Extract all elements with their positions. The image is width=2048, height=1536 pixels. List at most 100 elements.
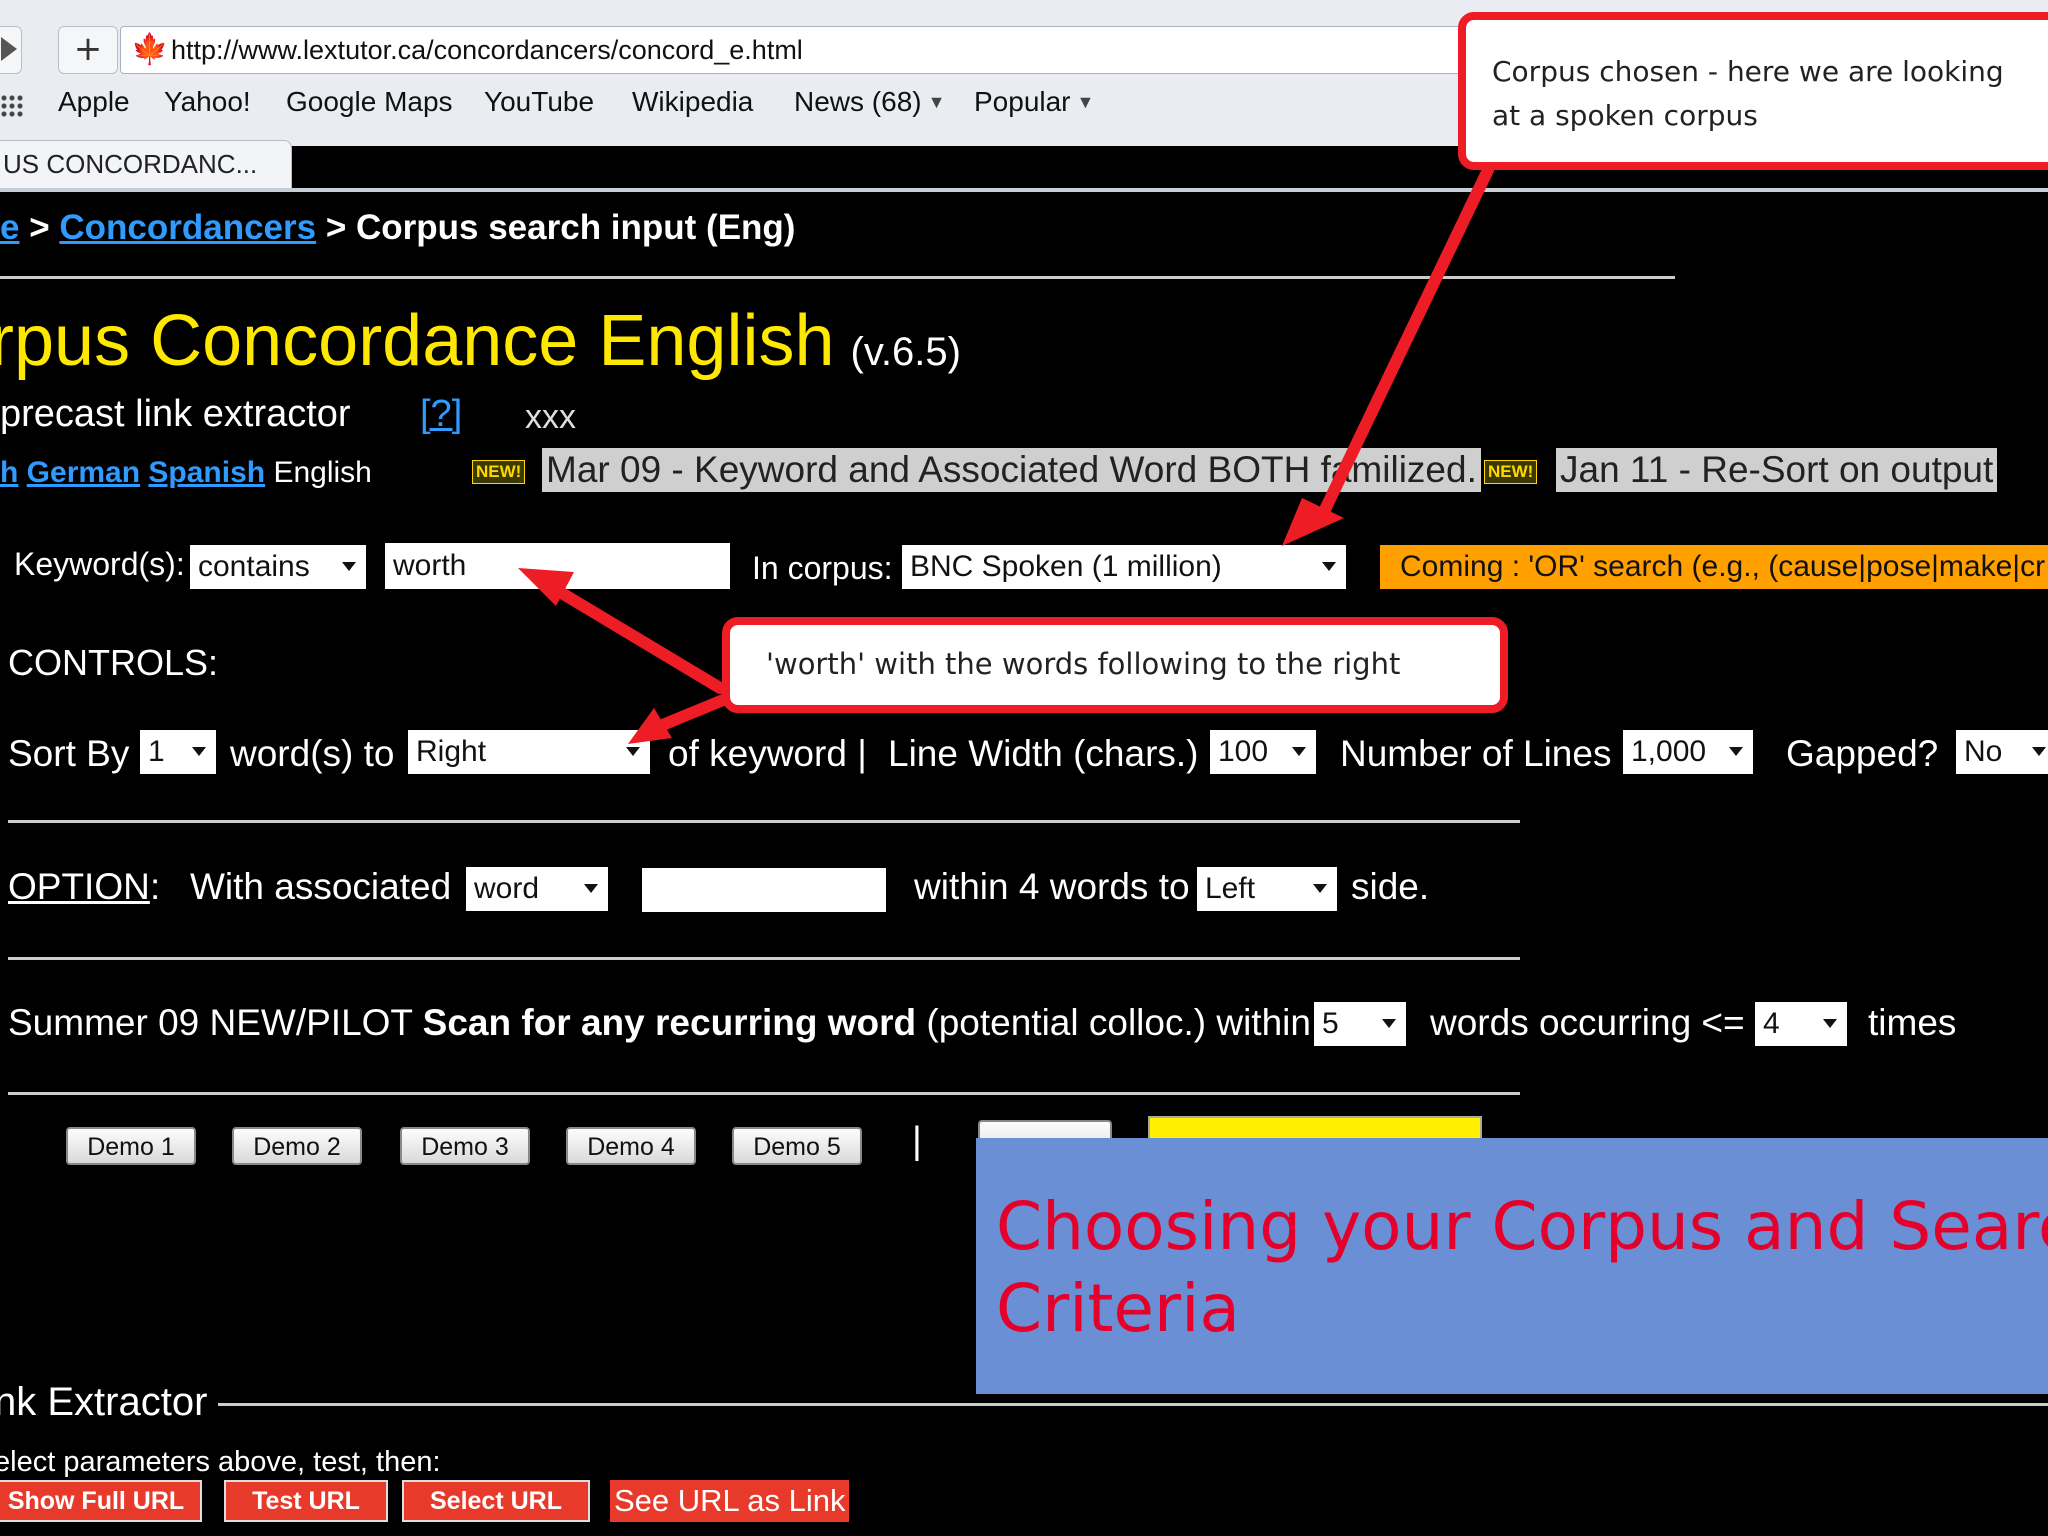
chevron-down-icon <box>1729 747 1743 756</box>
breadcrumb: e > Concordancers > Corpus search input … <box>0 208 795 248</box>
bookmark-popular[interactable]: Popular ▼ <box>974 86 1094 118</box>
arrowhead-corpus <box>1282 498 1344 546</box>
divider <box>8 1092 1520 1095</box>
back-arrow-icon <box>1 37 17 61</box>
bookmark-youtube[interactable]: YouTube <box>484 86 594 118</box>
chevron-down-icon: ▼ <box>927 92 946 112</box>
browser-tab[interactable]: US CONCORDANC... <box>0 140 292 189</box>
address-bar[interactable]: 🍁 http://www.lextutor.ca/concordancers/c… <box>120 26 1622 74</box>
select-url-button[interactable]: Select URL <box>402 1480 590 1522</box>
bookmark-apple[interactable]: Apple <box>58 86 130 118</box>
gapped-label: Gapped? <box>1786 733 1939 774</box>
language-link-german[interactable]: German <box>27 456 140 489</box>
keyword-label: Keyword(s): <box>14 546 185 582</box>
chevron-down-icon <box>342 562 356 571</box>
line-width-select[interactable]: 100 <box>1210 730 1316 774</box>
associated-type-select[interactable]: word <box>466 867 608 911</box>
number-of-lines-select[interactable]: 1,000 <box>1623 730 1753 774</box>
slide-title-overlay: Choosing your Corpus and Search Criteria <box>976 1138 2048 1394</box>
sort-direction-value: Right <box>416 735 487 768</box>
divider <box>8 820 1520 823</box>
language-current: English <box>273 456 372 489</box>
help-link[interactable]: [?] <box>420 393 462 436</box>
corpus-callout-line-1: Corpus chosen - here we are looking <box>1492 55 2004 88</box>
back-button[interactable] <box>0 26 22 74</box>
bookmark-news[interactable]: News (68) ▼ <box>794 86 945 118</box>
corpus-callout: Corpus chosen - here we are looking at a … <box>1458 12 2048 170</box>
keyword-mode-value: contains <box>198 550 310 583</box>
slide-title-line-1: Choosing your Corpus and Search <box>996 1188 2048 1265</box>
chevron-down-icon <box>626 747 640 756</box>
corpus-callout-line-2: at a spoken corpus <box>1492 99 1758 132</box>
url-text[interactable]: http://www.lextutor.ca/concordancers/con… <box>171 35 803 66</box>
number-of-lines-value: 1,000 <box>1631 735 1707 768</box>
slide-title: Choosing your Corpus and Search Criteria <box>996 1186 2048 1350</box>
page-title: rpus Concordance English (v.6.5) <box>0 300 961 382</box>
breadcrumb-current: > Corpus search input (Eng) <box>316 208 796 247</box>
controls-heading: CONTROLS: <box>8 642 219 683</box>
associated-side-select[interactable]: Left <box>1197 867 1337 911</box>
scan-within-value: 5 <box>1322 1007 1339 1040</box>
chevron-down-icon <box>192 747 206 756</box>
show-full-url-button[interactable]: Show Full URL <box>0 1480 202 1522</box>
scan-times-value: 4 <box>1763 1007 1780 1040</box>
demo-5-button[interactable]: Demo 5 <box>732 1127 862 1165</box>
bookmark-google-maps[interactable]: Google Maps <box>286 86 453 118</box>
scan-suffix: (potential colloc.) within <box>916 1002 1311 1043</box>
line-width-value: 100 <box>1218 735 1269 768</box>
new-tab-button[interactable]: + <box>58 26 118 74</box>
gapped-select[interactable]: No <box>1956 730 2048 774</box>
scan-times-select[interactable]: 4 <box>1755 1002 1847 1046</box>
breadcrumb-home-link[interactable]: e <box>0 208 19 247</box>
new-badge-icon: NEW! <box>1484 460 1538 484</box>
chevron-down-icon <box>1322 562 1336 571</box>
bookmark-news-label: News (68) <box>794 86 922 117</box>
scan-bold: Scan for any recurring word <box>422 1002 917 1043</box>
fieldset-border <box>218 1403 2048 1406</box>
chevron-down-icon <box>2032 747 2046 756</box>
language-link-spanish[interactable]: Spanish <box>148 456 265 489</box>
scan-within-select[interactable]: 5 <box>1314 1002 1406 1046</box>
keyword-mode-select[interactable]: contains <box>190 545 366 589</box>
divider <box>0 276 1675 279</box>
breadcrumb-concordancers-link[interactable]: Concordancers <box>59 208 316 247</box>
scan-occurring-label: words occurring <= <box>1430 1002 1745 1043</box>
placeholder-text: xxx <box>525 398 576 436</box>
language-link-fragment[interactable]: h <box>0 456 18 489</box>
see-url-as-link[interactable]: See URL as Link <box>610 1480 850 1522</box>
chevron-down-icon <box>1823 1019 1837 1028</box>
test-url-button[interactable]: Test URL <box>224 1480 388 1522</box>
corpus-label: In corpus: <box>752 550 893 586</box>
tab-title: US CONCORDANC... <box>3 149 258 179</box>
option-colon: : <box>150 866 161 907</box>
corpus-value: BNC Spoken (1 million) <box>910 550 1222 583</box>
words-to-label: word(s) to <box>230 733 395 774</box>
scan-description: Summer 09 NEW/PILOT Scan for any recurri… <box>8 1002 1311 1044</box>
chevron-down-icon: ▼ <box>1076 92 1095 112</box>
page-subtitle: precast link extractor <box>0 393 351 435</box>
demo-3-button[interactable]: Demo 3 <box>400 1127 530 1165</box>
demo-2-button[interactable]: Demo 2 <box>232 1127 362 1165</box>
version-label: (v.6.5) <box>850 330 961 374</box>
language-links: h German Spanish English <box>0 456 372 490</box>
chevron-down-icon <box>1382 1019 1396 1028</box>
sort-direction-select[interactable]: Right <box>408 730 650 774</box>
option-label: OPTION <box>8 866 150 907</box>
line-width-label: Line Width (chars.) <box>888 733 1199 774</box>
coming-soon-banner: Coming : 'OR' search (e.g., (cause|pose|… <box>1380 545 2048 589</box>
demo-4-button[interactable]: Demo 4 <box>566 1127 696 1165</box>
worth-callout: 'worth' with the words following to the … <box>722 617 1508 713</box>
scan-prefix: Summer 09 NEW/PILOT <box>8 1002 423 1043</box>
keyword-input[interactable]: worth <box>385 543 730 589</box>
bookmarks-grid-icon[interactable] <box>0 94 24 118</box>
bookmark-yahoo[interactable]: Yahoo! <box>164 86 251 118</box>
gapped-value: No <box>1964 735 2003 768</box>
associated-word-input[interactable] <box>642 868 886 912</box>
demo-1-button[interactable]: Demo 1 <box>66 1127 196 1165</box>
tab-strip-divider <box>0 188 2048 192</box>
slide-title-line-2: Criteria <box>996 1270 1240 1347</box>
bookmark-wikipedia[interactable]: Wikipedia <box>632 86 753 118</box>
link-extractor-instructions: elect parameters above, test, then: <box>0 1446 441 1478</box>
corpus-select[interactable]: BNC Spoken (1 million) <box>902 545 1346 589</box>
sort-count-select[interactable]: 1 <box>140 730 216 774</box>
